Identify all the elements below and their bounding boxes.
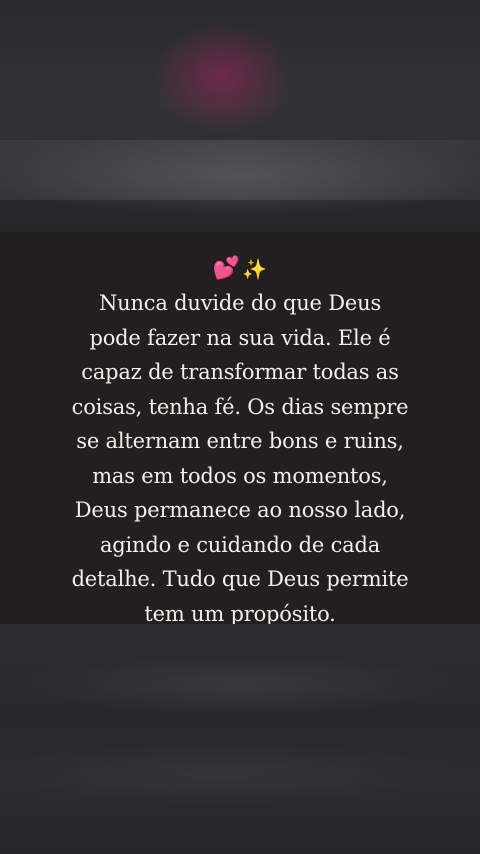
- quote-line: agindo e cuidando de cada: [99, 532, 381, 557]
- quote-text: Nunca duvide do que Deus pode fazer na s…: [40, 286, 440, 631]
- quote-line: capaz de transformar todas as: [81, 360, 399, 384]
- two-hearts-icon: 💕: [212, 256, 241, 281]
- sparkles-icon: ✨: [242, 257, 268, 281]
- emoji-row: 💕 ✨: [213, 254, 267, 284]
- blurred-background-bottom: [0, 624, 480, 854]
- quote-line: Nunca duvide do que Deus: [98, 291, 382, 315]
- blurred-background-top: [0, 0, 480, 232]
- quote-line: mas em todos os momentos,: [92, 463, 388, 488]
- story-screen: 💕 ✨ Nunca duvide do que Deus pode fazer …: [0, 0, 480, 854]
- quote-card: 💕 ✨ Nunca duvide do que Deus pode fazer …: [0, 232, 480, 626]
- quote-line: se alternam entre bons e ruins,: [76, 429, 404, 453]
- quote-line: pode fazer na sua vida. Ele é: [89, 325, 391, 350]
- quote-line: detalhe. Tudo que Deus permite: [71, 567, 409, 591]
- quote-line: coisas, tenha fé. Os dias sempre: [71, 394, 409, 419]
- quote-line: Deus permanece ao nosso lado,: [74, 498, 406, 522]
